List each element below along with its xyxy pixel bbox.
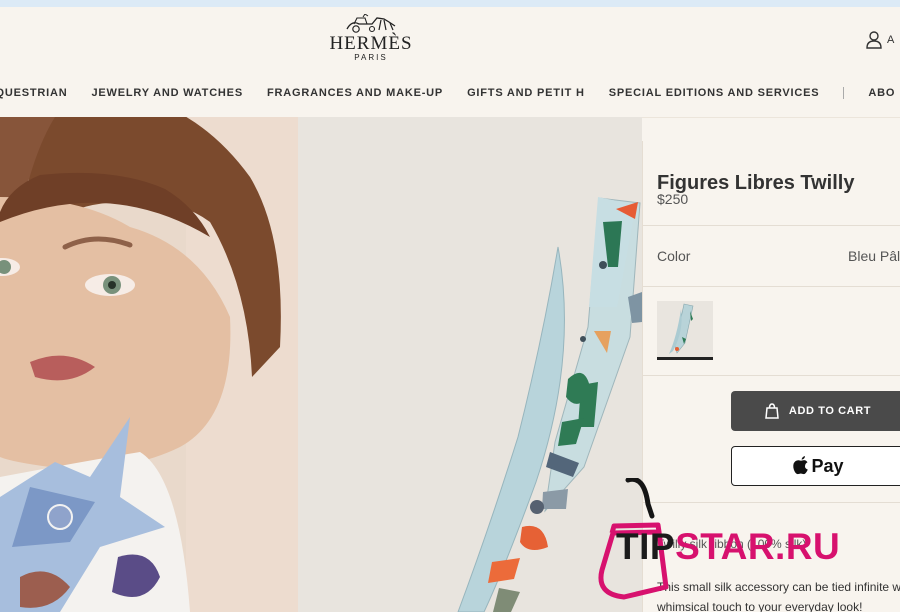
apple-pay-label: Pay bbox=[811, 455, 844, 476]
nav-divider bbox=[843, 87, 845, 99]
hermes-logo[interactable]: HERMÈS PARIS bbox=[328, 14, 414, 68]
panel-divider bbox=[643, 375, 900, 376]
color-swatch-selected[interactable] bbox=[657, 301, 713, 360]
account-link[interactable]: A bbox=[866, 29, 894, 51]
nav-equestrian[interactable]: ND EQUESTRIAN bbox=[0, 87, 67, 99]
nav-jewelry-watches[interactable]: JEWELRY AND WATCHES bbox=[91, 87, 243, 99]
selected-color-value: Bleu Pâle bbox=[848, 248, 900, 264]
apple-logo-icon bbox=[793, 456, 809, 475]
watermark-suffix: STAR.RU bbox=[675, 526, 841, 567]
watermark-prefix: TIP bbox=[616, 526, 676, 567]
user-icon bbox=[866, 31, 882, 49]
product-price: $250 bbox=[657, 191, 689, 207]
brand-city: PARIS bbox=[354, 53, 388, 62]
brand-name: HERMÈS bbox=[329, 33, 413, 54]
tipstar-watermark: TIPSTAR.RU bbox=[590, 476, 890, 604]
tipstar-watermark-text: TIPSTAR.RU bbox=[616, 527, 840, 567]
shopping-bag-icon bbox=[765, 403, 779, 419]
nav-special-editions-services[interactable]: SPECIAL EDITIONS AND SERVICES bbox=[609, 87, 820, 99]
account-label: A bbox=[887, 34, 895, 46]
nav-fragrances-makeup[interactable]: FRAGRANCES AND MAKE-UP bbox=[267, 87, 443, 99]
add-to-cart-button[interactable]: ADD TO CART bbox=[731, 391, 900, 431]
nav-about[interactable]: ABO bbox=[868, 87, 895, 99]
product-page: HERMÈS PARIS A ND EQUESTRIAN JEWELRY AND… bbox=[0, 0, 900, 612]
color-label: Color bbox=[657, 248, 691, 264]
carriage-logo-icon bbox=[346, 14, 396, 33]
site-header: HERMÈS PARIS A bbox=[0, 7, 900, 72]
add-to-cart-label: ADD TO CART bbox=[788, 405, 872, 417]
model-wearing-scarf-image bbox=[0, 117, 298, 612]
panel-divider bbox=[643, 286, 900, 287]
model-photo bbox=[0, 117, 298, 612]
main-navigation: ND EQUESTRIAN JEWELRY AND WATCHES FRAGRA… bbox=[0, 72, 900, 118]
nav-gifts-petit-h[interactable]: GIFTS AND PETIT H bbox=[467, 87, 585, 99]
panel-divider bbox=[643, 225, 900, 226]
scarf-thumbnail-image bbox=[657, 301, 713, 357]
